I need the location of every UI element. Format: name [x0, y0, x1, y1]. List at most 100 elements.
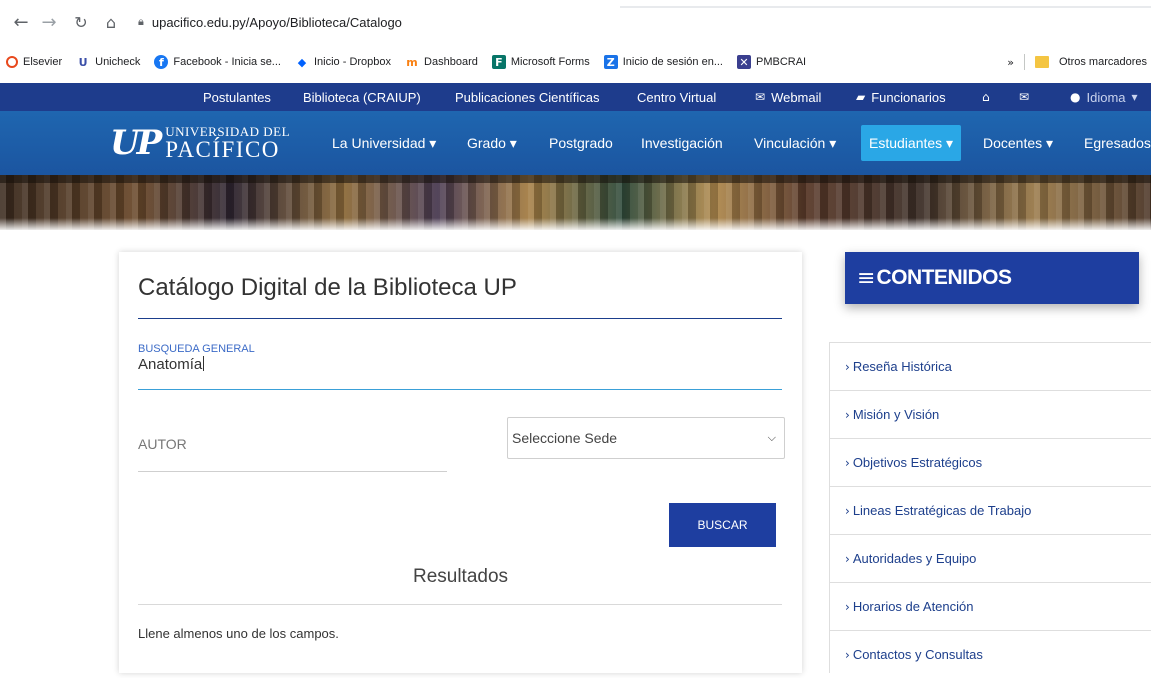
- sidebar-item-resena[interactable]: › Reseña Histórica: [829, 342, 1151, 390]
- results-heading: Resultados: [412, 566, 509, 587]
- pmb-icon: ✕: [737, 55, 751, 69]
- shelf-shadow: [0, 175, 1151, 183]
- university-logo[interactable]: UP UNIVERSIDAD DEL PACÍFICO: [110, 125, 290, 161]
- home-icon: ⌂: [982, 90, 990, 104]
- nav-estudiantes[interactable]: Estudiantes ▾: [861, 125, 962, 161]
- search-value-text: Anatomía: [138, 356, 203, 373]
- nav-egresados[interactable]: Egresados: [1084, 111, 1151, 175]
- top-utility-bar: Postulantes Biblioteca (CRAIUP) Publicac…: [0, 83, 1151, 111]
- chevron-right-icon: ›: [845, 647, 850, 662]
- sidebar-item-label: Lineas Estratégicas de Trabajo: [852, 503, 1032, 518]
- search-input-value[interactable]: Anatomía: [138, 356, 205, 373]
- contents-sidebar: › Reseña Histórica › Misión y Visión › Obje…: [829, 342, 1151, 678]
- nav-postulantes[interactable]: Postulantes: [203, 83, 271, 111]
- search-label: BUSQUEDA GENERAL: [138, 343, 255, 355]
- bookmark-label: Dashboard: [424, 56, 478, 68]
- bookmark-microsoft-forms[interactable]: F Microsoft Forms: [491, 55, 590, 69]
- bookmark-label: Elsevier: [23, 56, 63, 68]
- sidebar-item-label: Misión y Visión: [852, 407, 940, 422]
- nav-la-universidad[interactable]: La Universidad ▾: [332, 111, 436, 175]
- bookmark-pmbcrai[interactable]: ✕ PMBCRAI: [737, 55, 806, 69]
- logo-text: UNIVERSIDAD DEL PACÍFICO: [165, 125, 290, 161]
- menu-bars-icon: ≡: [857, 265, 876, 291]
- globe-icon: ●: [1070, 90, 1081, 104]
- other-bookmarks[interactable]: Otros marcadores: [1059, 56, 1147, 68]
- sidebar-item-contactos[interactable]: › Contactos y Consultas: [829, 630, 1151, 678]
- nav-grado[interactable]: Grado ▾: [467, 111, 517, 175]
- envelope-icon: ✉: [1019, 90, 1030, 104]
- unicheck-icon: U: [78, 55, 88, 69]
- elsevier-icon: [6, 56, 18, 68]
- sidebar-item-autoridades[interactable]: › Autoridades y Equipo: [829, 534, 1151, 582]
- forward-arrow-icon[interactable]: →: [38, 12, 60, 33]
- general-search-input[interactable]: [138, 356, 782, 390]
- dropbox-icon: ◆: [297, 55, 307, 69]
- nav-postgrado[interactable]: Postgrado: [549, 111, 613, 175]
- url-text[interactable]: upacifico.edu.py/Apoyo/Biblioteca/Catalo…: [152, 15, 402, 30]
- title-divider: [138, 318, 782, 319]
- nav-label: Webmail: [771, 89, 822, 105]
- autor-placeholder: AUTOR: [138, 436, 187, 452]
- nav-docentes[interactable]: Docentes ▾: [983, 111, 1053, 175]
- bookmark-facebook[interactable]: f Facebook - Inicia se...: [154, 55, 281, 69]
- bookmark-unicheck[interactable]: U Unicheck: [76, 55, 141, 69]
- nav-funcionarios[interactable]: ▰ Funcionarios: [856, 83, 946, 111]
- bookmark-inicio-sesion[interactable]: Z Inicio de sesión en...: [603, 55, 723, 69]
- bookmark-label: Inicio - Dropbox: [313, 56, 392, 68]
- moodle-icon: m: [406, 55, 418, 69]
- chevron-down-icon: ⌵: [767, 431, 776, 444]
- nav-investigacion[interactable]: Investigación: [641, 111, 723, 175]
- sidebar-item-objetivos[interactable]: › Objetivos Estratégicos: [829, 438, 1151, 486]
- bookmark-label: Unicheck: [95, 56, 141, 68]
- search-button[interactable]: BUSCAR: [669, 503, 776, 547]
- bookmarks-overflow-icon[interactable]: »: [1007, 56, 1014, 69]
- facebook-icon: f: [154, 55, 169, 69]
- bookmark-label: Facebook - Inicia se...: [173, 56, 281, 68]
- contents-header: ≡ CONTENIDOS: [845, 252, 1139, 304]
- nav-biblioteca[interactable]: Biblioteca (CRAIUP): [303, 83, 421, 111]
- address-bar[interactable]: 🔒︎ upacifico.edu.py/Apoyo/Biblioteca/Cat…: [138, 8, 402, 36]
- mail-link[interactable]: ✉: [1019, 83, 1029, 111]
- bookmarks-bar: Elsevier U Unicheck f Facebook - Inicia …: [0, 46, 1151, 78]
- logo-mark: UP: [110, 123, 162, 163]
- bookmark-label: Inicio de sesión en...: [622, 56, 723, 68]
- home-icon[interactable]: ⌂: [100, 13, 122, 32]
- nav-label: Postulantes: [203, 89, 271, 105]
- language-dropdown[interactable]: ● Idioma ▾: [1070, 83, 1138, 111]
- bookmark-dropbox[interactable]: ◆ Inicio - Dropbox: [295, 55, 391, 69]
- catalog-card: Catálogo Digital de la Biblioteca UP BUS…: [119, 252, 802, 673]
- folder-icon: [1034, 56, 1049, 68]
- nav-vinculacion[interactable]: Vinculación ▾: [754, 111, 836, 175]
- nav-publicaciones[interactable]: Publicaciones Científicas: [455, 83, 600, 111]
- chevron-right-icon: ›: [845, 599, 850, 614]
- sidebar-item-label: Objetivos Estratégicos: [852, 455, 983, 470]
- chevron-right-icon: ›: [845, 551, 850, 566]
- autor-field[interactable]: AUTOR: [138, 428, 447, 472]
- forms-icon: F: [491, 55, 506, 69]
- sidebar-item-horarios[interactable]: › Horarios de Atención: [829, 582, 1151, 630]
- chevron-right-icon: ›: [845, 503, 850, 518]
- results-divider: [138, 604, 782, 605]
- envelope-open-icon: ✉: [755, 90, 766, 104]
- sidebar-item-label: Autoridades y Equipo: [852, 551, 977, 566]
- sidebar-item-label: Contactos y Consultas: [852, 647, 983, 662]
- sidebar-item-lineas[interactable]: › Lineas Estratégicas de Trabajo: [829, 486, 1151, 534]
- nav-label: Funcionarios: [871, 89, 946, 105]
- main-navigation: UP UNIVERSIDAD DEL PACÍFICO La Universid…: [0, 111, 1151, 175]
- chevron-right-icon: ›: [845, 359, 850, 374]
- bookmark-label: Microsoft Forms: [510, 56, 590, 68]
- back-arrow-icon[interactable]: ←: [10, 12, 32, 33]
- home-link[interactable]: ⌂: [982, 83, 990, 111]
- briefcase-icon: ▰: [856, 90, 866, 104]
- reload-icon[interactable]: ↻: [70, 13, 92, 32]
- bookmark-elsevier[interactable]: Elsevier: [6, 56, 62, 68]
- nav-centro-virtual[interactable]: Centro Virtual: [637, 83, 716, 111]
- sede-select[interactable]: Seleccione Sede ⌵: [507, 417, 785, 459]
- nav-label: Biblioteca (CRAIUP): [303, 89, 421, 105]
- bookmark-dashboard[interactable]: m Dashboard: [405, 55, 478, 69]
- language-label: Idioma: [1086, 89, 1126, 105]
- nav-webmail[interactable]: ✉ Webmail: [755, 83, 821, 111]
- page-title: Catálogo Digital de la Biblioteca UP: [138, 274, 517, 301]
- chevron-right-icon: ›: [845, 455, 850, 470]
- sidebar-item-mision[interactable]: › Misión y Visión: [829, 390, 1151, 438]
